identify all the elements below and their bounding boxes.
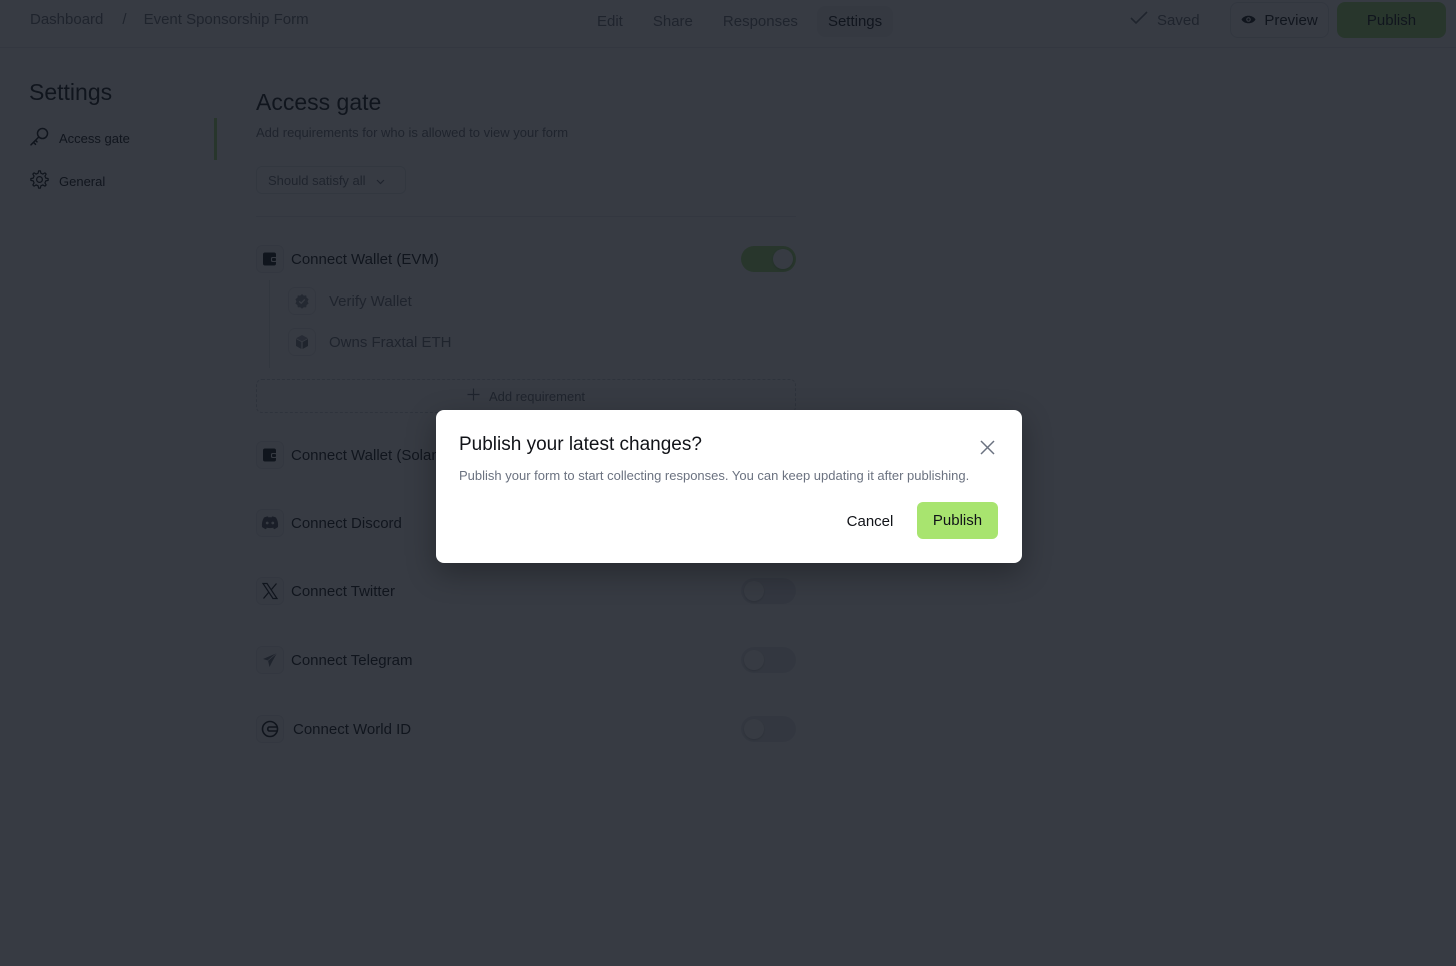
dialog-title: Publish your latest changes? xyxy=(459,434,702,455)
confirm-publish-button[interactable]: Publish xyxy=(917,502,998,539)
publish-dialog: Publish your latest changes? Publish you… xyxy=(436,410,1022,563)
dialog-description: Publish your form to start collecting re… xyxy=(459,468,970,483)
close-icon[interactable] xyxy=(976,436,998,458)
cancel-button[interactable]: Cancel xyxy=(832,503,908,539)
